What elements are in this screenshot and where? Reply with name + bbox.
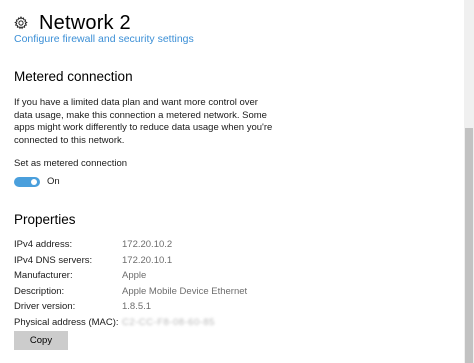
property-label: Driver version: (14, 301, 76, 312)
metered-toggle-label: Set as metered connection (14, 158, 128, 169)
metered-connection-toggle[interactable] (14, 177, 40, 187)
property-label: Description: (14, 286, 65, 297)
scrollbar-thumb[interactable] (465, 128, 473, 363)
property-value: Apple Mobile Device Ethernet (122, 286, 248, 297)
properties-heading: Properties (14, 212, 76, 227)
scrollbar-track[interactable] (464, 0, 474, 363)
property-value: 1.8.5.1 (122, 301, 152, 312)
gear-icon (14, 16, 28, 30)
metered-connection-heading: Metered connection (14, 69, 133, 84)
firewall-settings-link[interactable]: Configure firewall and security settings (14, 33, 194, 45)
metered-description: If you have a limited data plan and want… (14, 97, 273, 146)
toggle-knob (31, 179, 37, 185)
property-value-redacted: C2-CC-F8-08-60-85 (122, 317, 215, 328)
page-title: Network 2 (39, 11, 131, 34)
property-label: Manufacturer: (14, 270, 73, 281)
property-label: IPv4 address: (14, 239, 73, 250)
toggle-state-text: On (47, 176, 60, 187)
property-value: 172.20.10.2 (122, 239, 173, 250)
property-value: Apple (122, 270, 147, 281)
settings-page: Network 2 Configure firewall and securit… (0, 0, 474, 363)
copy-button[interactable]: Copy (14, 331, 68, 350)
property-value: 172.20.10.1 (122, 255, 173, 266)
property-label: IPv4 DNS servers: (14, 255, 93, 266)
property-label: Physical address (MAC): (14, 317, 119, 328)
